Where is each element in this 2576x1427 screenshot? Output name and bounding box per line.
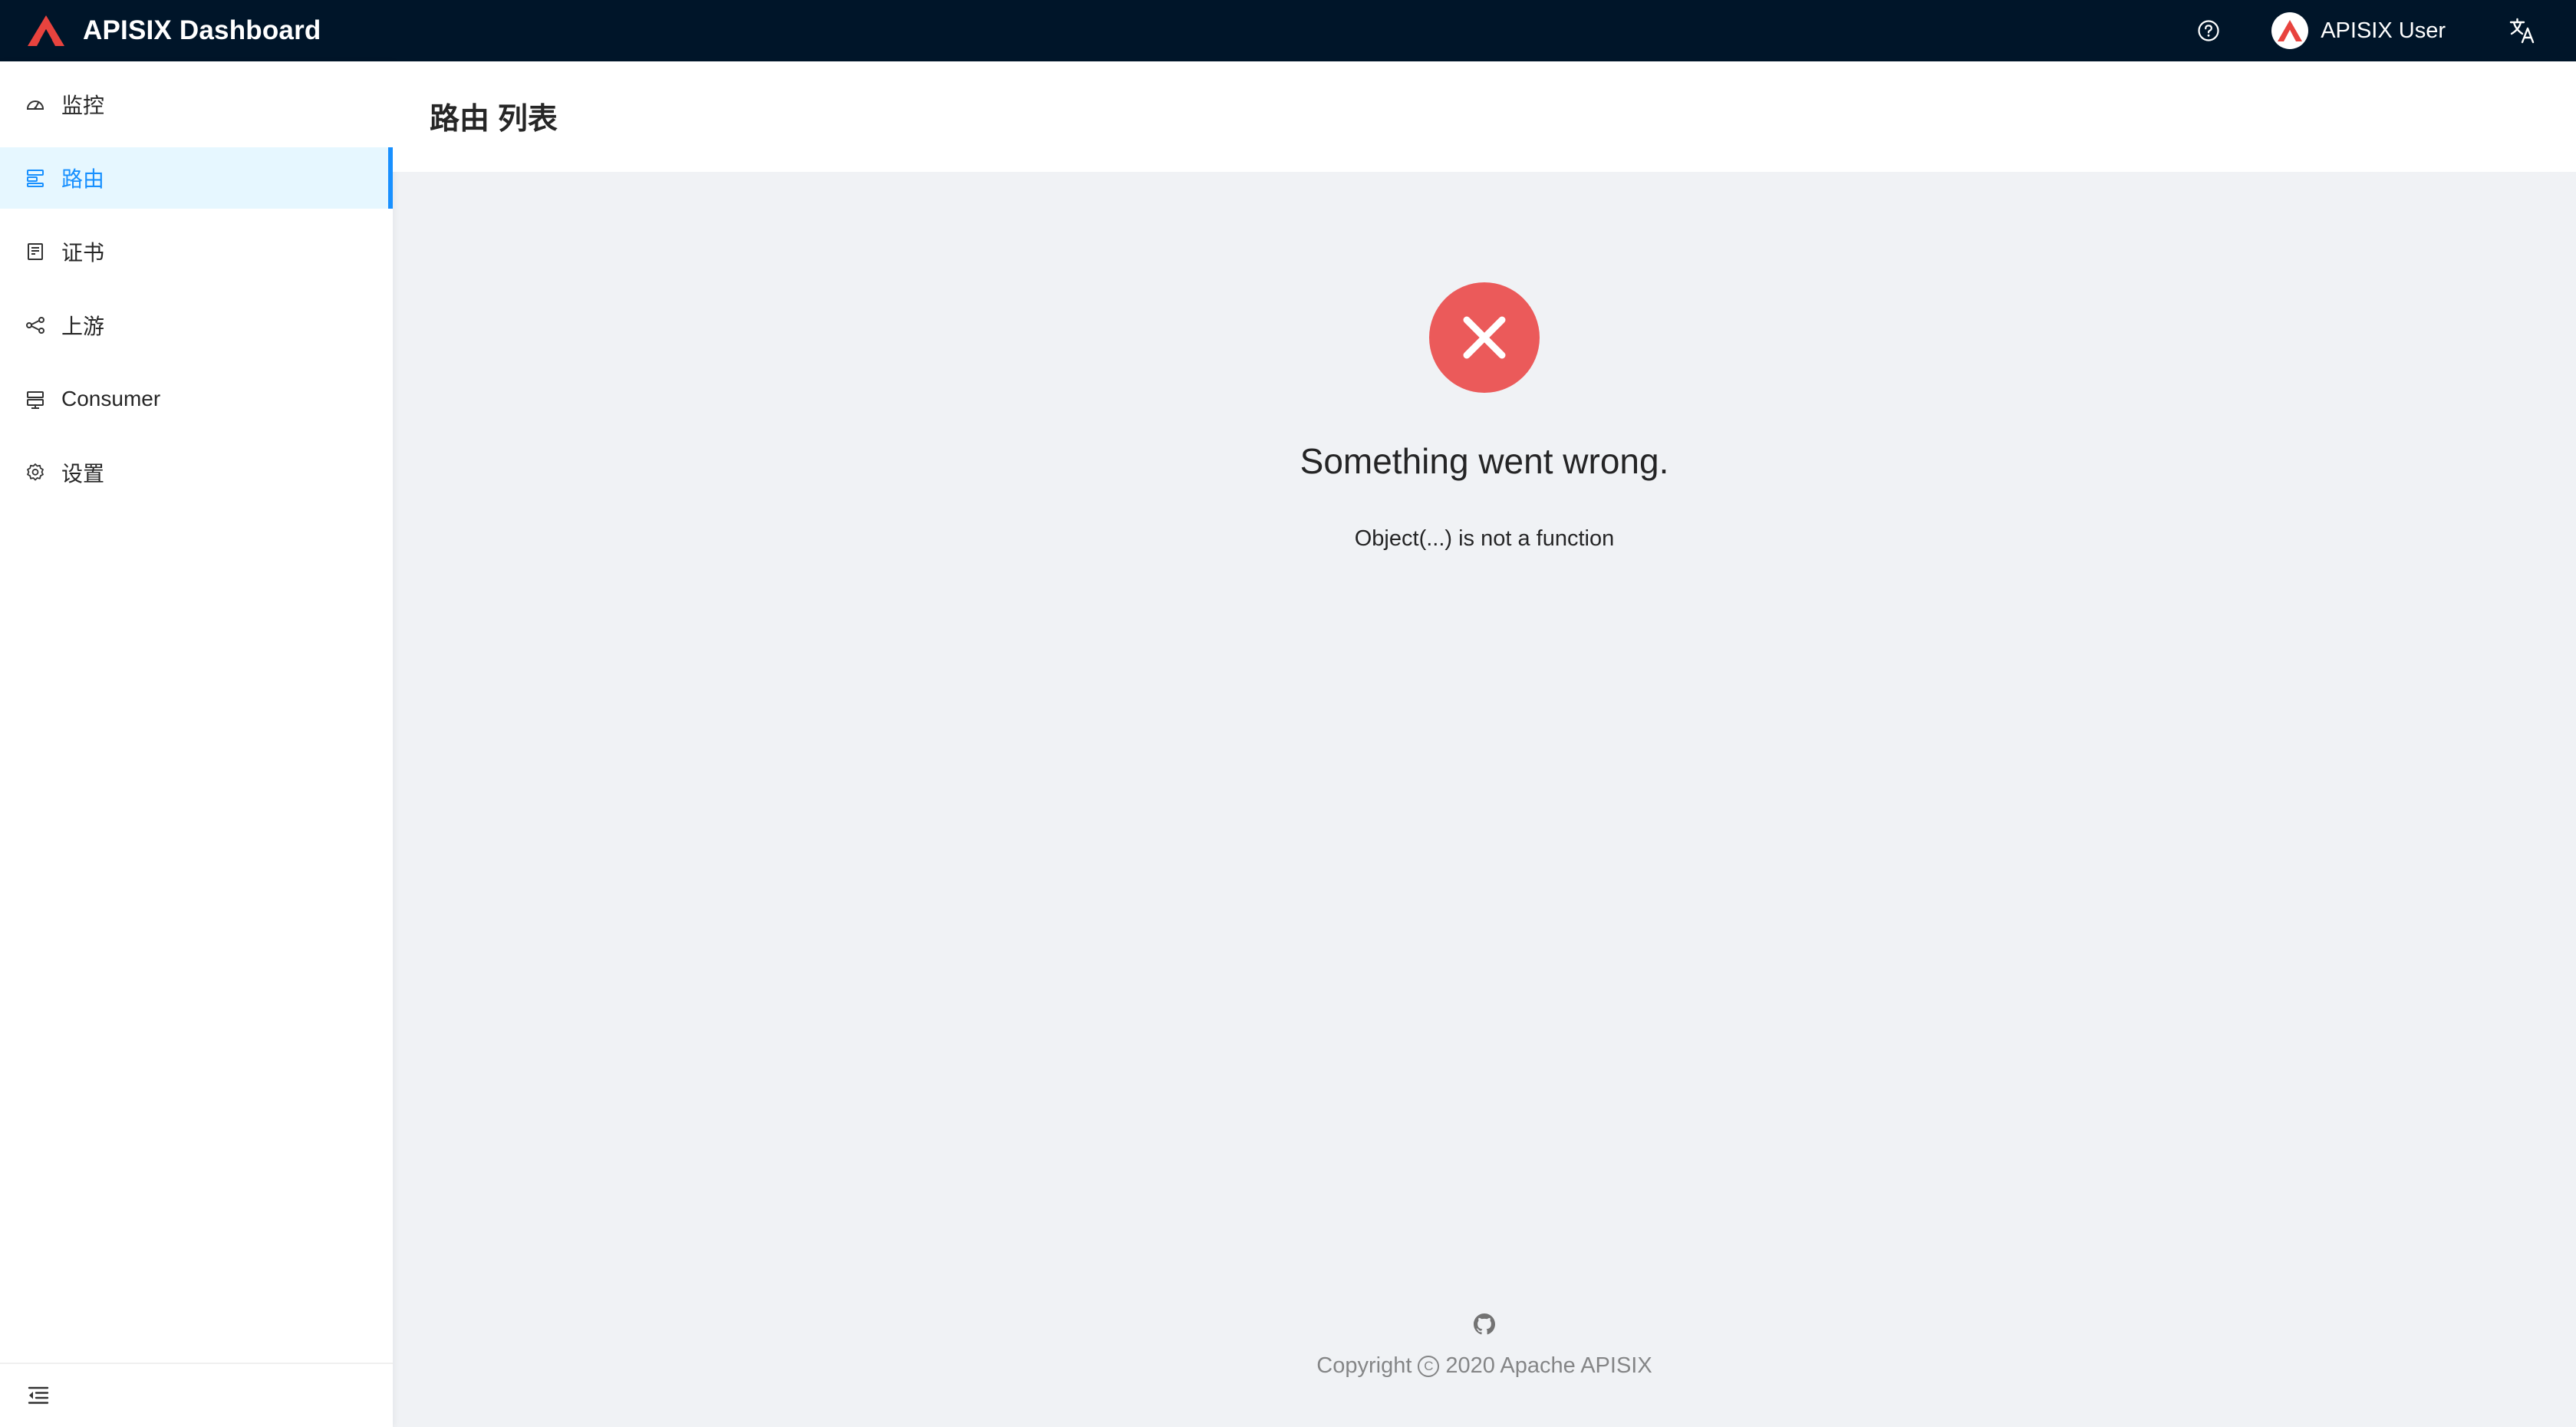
apisix-logo-icon (28, 15, 64, 46)
apisix-avatar-icon (2278, 20, 2303, 41)
sidebar-item-ssl[interactable]: 证书 (0, 221, 393, 282)
sidebar-item-upstream[interactable]: 上游 (0, 295, 393, 356)
settings-icon (25, 462, 46, 483)
sidebar-item-monitor[interactable]: 监控 (0, 74, 393, 135)
sidebar-item-label: 监控 (61, 94, 105, 117)
user-name: APISIX User (2321, 18, 2446, 43)
sidebar-item-settings[interactable]: 设置 (0, 442, 393, 503)
page-title: 路由 列表 (430, 103, 558, 136)
sidebar: 监控 路由 证书 上游 Consumer 设置 (0, 61, 393, 1427)
upstream-icon (25, 315, 46, 336)
error-result: Something went wrong. Object(...) is not… (393, 172, 2576, 552)
brand[interactable]: APISIX Dashboard (0, 0, 321, 61)
menu-fold-icon (28, 1386, 49, 1404)
page-header: 路由 列表 (393, 61, 2576, 172)
page-footer: Copyright C 2020 Apache APISIX (393, 1312, 2576, 1379)
help-button[interactable] (2184, 0, 2233, 61)
app-root: APISIX Dashboard APISIX User 监控 路由 证书 上游… (0, 0, 2576, 1427)
copyright-suffix: 2020 Apache APISIX (1445, 1353, 1652, 1378)
sidebar-item-label: 证书 (61, 241, 105, 265)
question-circle-icon (2198, 20, 2219, 41)
consumer-icon (25, 388, 46, 410)
top-header: APISIX Dashboard APISIX User (0, 0, 2576, 61)
sidebar-item-routes[interactable]: 路由 (0, 147, 393, 209)
close-circle-icon (1429, 282, 1540, 393)
sidebar-item-label: 设置 (61, 462, 105, 486)
avatar (2271, 12, 2309, 49)
certificate-icon (25, 241, 46, 262)
collapse-sidebar-button[interactable] (25, 1382, 52, 1409)
language-switch-button[interactable] (2492, 0, 2553, 61)
translation-icon (2509, 18, 2535, 44)
sidebar-item-consumer[interactable]: Consumer (0, 368, 393, 430)
sidebar-menu: 监控 路由 证书 上游 Consumer 设置 (0, 61, 393, 503)
result-title: Something went wrong. (1300, 441, 1669, 481)
copyright: Copyright C 2020 Apache APISIX (1316, 1353, 1652, 1379)
user-menu[interactable]: APISIX User (2271, 0, 2446, 61)
github-link[interactable] (1472, 1312, 1497, 1336)
app-title: APISIX Dashboard (83, 15, 321, 45)
sidebar-item-label: Consumer (61, 387, 161, 410)
dashboard-icon (25, 94, 46, 115)
github-icon (1474, 1313, 1495, 1335)
copyright-prefix: Copyright (1316, 1353, 1412, 1378)
result-subtitle: Object(...) is not a function (1354, 526, 1615, 551)
copyright-icon: C (1418, 1355, 1440, 1377)
route-icon (25, 167, 46, 189)
sidebar-item-label: 上游 (61, 315, 105, 338)
sidebar-footer (0, 1363, 393, 1427)
sidebar-item-label: 路由 (61, 167, 105, 191)
header-actions: APISIX User (2184, 0, 2576, 61)
